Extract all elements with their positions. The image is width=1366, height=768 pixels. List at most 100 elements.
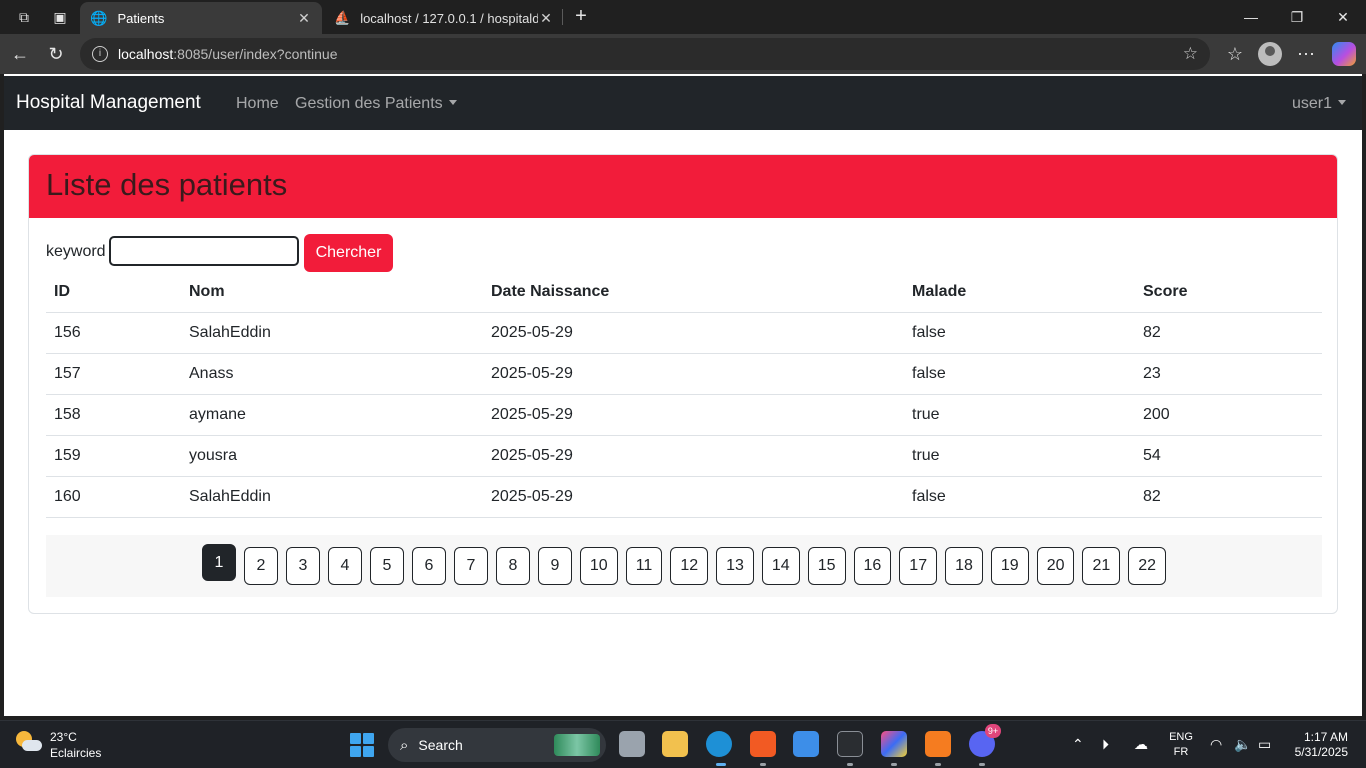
cell-id: 158 (46, 394, 181, 436)
battery-icon[interactable]: ▭ (1258, 735, 1271, 753)
page-button[interactable]: 5 (369, 547, 404, 585)
star-icon[interactable]: ☆ (1183, 44, 1198, 64)
weather-icon[interactable] (16, 731, 42, 757)
cell-date: 2025-05-29 (483, 435, 904, 477)
cell-score: 200 (1135, 394, 1322, 436)
keyword-input[interactable] (109, 236, 299, 266)
nav-home-link[interactable]: Home (236, 95, 279, 113)
volume-icon[interactable]: 🔈 (1234, 735, 1251, 753)
cell-malade: true (904, 435, 1135, 477)
brave-icon[interactable] (750, 731, 776, 757)
restore-button[interactable]: ❐ (1286, 6, 1308, 28)
page-button[interactable]: 20 (1036, 547, 1075, 585)
tab-patients[interactable]: 🌐 Patients ✕ (80, 2, 322, 34)
page-button[interactable]: 2 (243, 547, 278, 585)
cell-nom: yousra (181, 435, 483, 477)
running-app-indicator (979, 763, 985, 766)
page-button[interactable]: 3 (285, 547, 320, 585)
page-button[interactable]: 18 (945, 547, 983, 585)
tab-phpmyadmin[interactable]: ⛵ localhost / 127.0.0.1 / hospitaldb ✕ (324, 2, 564, 34)
cell-id: 160 (46, 476, 181, 518)
cell-date: 2025-05-29 (483, 312, 904, 354)
page-button[interactable]: 16 (853, 547, 892, 585)
notification-badge: 9+ (985, 724, 1001, 738)
search-button[interactable]: Chercher (304, 234, 393, 272)
table-row: 160 SalahEddin 2025-05-29 false 82 (46, 476, 1322, 518)
page-button[interactable]: 15 (807, 547, 846, 585)
copilot-icon[interactable] (1332, 42, 1356, 66)
media-icon[interactable]: ⏵ (1102, 735, 1109, 753)
cell-malade: true (904, 394, 1135, 436)
back-arrow-icon[interactable]: ← (9, 43, 31, 65)
page-button[interactable]: 12 (670, 547, 709, 585)
page-button[interactable]: 21 (1082, 547, 1121, 585)
cell-score: 23 (1135, 353, 1322, 395)
new-tab-button[interactable]: + (570, 5, 592, 27)
chevron-up-icon[interactable]: ⌃ (1072, 735, 1084, 753)
address-bar-row: ← ↻ i localhost:8085/user/index?continue… (0, 34, 1366, 74)
column-header-date: Date Naissance (483, 273, 904, 313)
page-button[interactable]: 17 (899, 547, 938, 585)
page-button[interactable]: 4 (327, 547, 362, 585)
favorites-list-icon[interactable]: ☆ (1224, 43, 1246, 65)
taskbar-search[interactable]: ⌕ Search (388, 728, 606, 762)
task-view-icon[interactable] (619, 731, 645, 757)
store-icon[interactable] (793, 731, 819, 757)
taskbar-search-label: Search (418, 737, 463, 753)
weather-temperature[interactable]: 23°C (50, 730, 77, 744)
column-header-score: Score (1135, 273, 1322, 313)
chevron-down-icon (448, 100, 457, 105)
page-button[interactable]: 19 (990, 547, 1029, 585)
page-button[interactable]: 13 (716, 547, 754, 585)
tab-separator (562, 9, 563, 25)
edge-icon[interactable] (706, 731, 732, 757)
more-icon[interactable]: ⋯ (1295, 43, 1317, 65)
chevron-down-icon (1338, 100, 1347, 105)
close-icon[interactable]: ✕ (296, 10, 312, 27)
weather-description[interactable]: Eclaircies (50, 746, 101, 760)
onedrive-icon[interactable]: ☁ (1134, 735, 1148, 753)
tab-actions-icon[interactable]: ▣ (51, 8, 69, 26)
running-app-indicator (891, 763, 897, 766)
workspaces-icon[interactable]: ⧉ (15, 8, 33, 26)
minimize-button[interactable]: — (1240, 6, 1262, 28)
table-row: 157 Anass 2025-05-29 false 23 (46, 353, 1322, 395)
cell-date: 2025-05-29 (483, 394, 904, 436)
profile-icon[interactable] (1258, 42, 1282, 66)
intellij-icon[interactable] (881, 731, 907, 757)
terminal-icon[interactable] (837, 731, 863, 757)
wifi-icon[interactable]: ◠ (1210, 735, 1222, 753)
page-button[interactable]: 9 (537, 547, 572, 585)
refresh-icon[interactable]: ↻ (45, 43, 67, 65)
language-indicator[interactable]: ENG FR (1168, 730, 1194, 760)
table-row: 158 aymane 2025-05-29 true 200 (46, 394, 1322, 436)
page-button[interactable]: 22 (1128, 547, 1167, 585)
start-button[interactable] (350, 733, 374, 757)
app-navbar: Hospital Management Home Gestion des Pat… (4, 76, 1362, 130)
nav-patients-dropdown[interactable]: Gestion des Patients (295, 95, 457, 113)
xampp-icon[interactable] (925, 731, 951, 757)
info-icon[interactable]: i (92, 46, 108, 62)
system-clock[interactable]: 1:17 AM 5/31/2025 (1284, 730, 1348, 760)
page-button[interactable]: 8 (495, 547, 530, 585)
page-button[interactable]: 6 (411, 547, 446, 585)
file-explorer-icon[interactable] (662, 731, 688, 757)
page-viewport: Hospital Management Home Gestion des Pat… (4, 74, 1362, 716)
page-button[interactable]: 7 (453, 547, 488, 585)
cell-id: 156 (46, 312, 181, 354)
globe-icon: 🌐 (90, 9, 108, 26)
column-header-nom: Nom (181, 273, 483, 313)
close-window-button[interactable]: ✕ (1332, 6, 1354, 28)
page-button[interactable]: 1 (201, 544, 236, 581)
user-dropdown[interactable]: user1 (1292, 95, 1347, 113)
page-button[interactable]: 10 (579, 547, 618, 585)
search-icon: ⌕ (400, 736, 409, 754)
navbar-brand[interactable]: Hospital Management (16, 92, 201, 114)
cell-nom: SalahEddin (181, 312, 483, 354)
page-button[interactable]: 14 (761, 547, 800, 585)
windows-taskbar: 23°C Eclaircies ⌕ Search 9+ ⌃ ⏵ ☁ ENG FR… (0, 720, 1366, 768)
url-field[interactable]: i localhost:8085/user/index?continue ☆ (80, 38, 1210, 70)
page-button[interactable]: 11 (625, 547, 663, 585)
close-icon[interactable]: ✕ (538, 10, 554, 27)
cell-score: 82 (1135, 476, 1322, 518)
